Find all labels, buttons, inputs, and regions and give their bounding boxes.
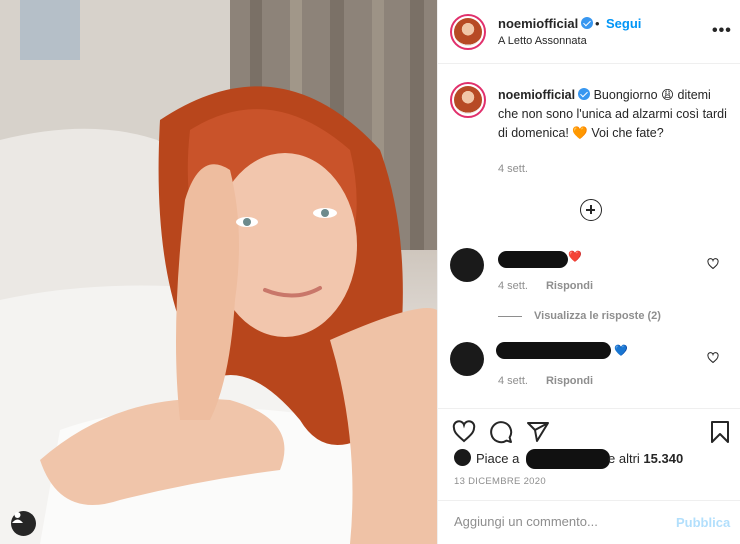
likes-prefix: Piace a (476, 451, 520, 466)
post-caption: noemiofficial Buongiorno 😩 ditemi che no… (498, 86, 728, 143)
comment-meta: 4 sett. Rispondi (498, 280, 593, 292)
liker-avatar (454, 449, 471, 466)
redacted-comment (498, 251, 568, 268)
verified-badge-icon (578, 88, 591, 100)
username-text[interactable]: noemiofficial (498, 16, 578, 31)
redacted-liker (526, 449, 610, 469)
save-icon[interactable] (708, 420, 732, 444)
caption-avatar[interactable] (450, 82, 486, 118)
post-actions (438, 408, 740, 452)
comment-bar: Pubblica (438, 500, 740, 544)
comment-input[interactable] (454, 514, 654, 529)
post-date[interactable]: 13 DICEMBRE 2020 (454, 476, 546, 487)
post-photo[interactable] (0, 0, 437, 544)
post-header: noemiofficial • Segui A Letto Assonnata … (438, 0, 740, 64)
comment-like-icon[interactable] (707, 258, 719, 270)
comment-icon[interactable] (489, 420, 513, 444)
username-link[interactable]: noemiofficial (498, 16, 594, 31)
comment-avatar[interactable] (450, 248, 484, 282)
view-replies-button[interactable]: Visualizza le risposte (2) (498, 310, 661, 322)
more-options-icon[interactable]: ••• (712, 22, 732, 40)
reply-button[interactable]: Rispondi (546, 280, 593, 292)
redacted-comment (496, 342, 611, 359)
caption-timestamp[interactable]: 4 sett. (498, 163, 528, 175)
comment-emoji: ❤️ (568, 251, 582, 263)
user-tag-icon[interactable] (11, 511, 36, 536)
likes-others-text: e altri (608, 451, 640, 466)
post-detail-panel: noemiofficial • Segui A Letto Assonnata … (437, 0, 740, 544)
likes-count: 15.340 (643, 451, 684, 466)
view-replies-label[interactable]: Visualizza le risposte (2) (534, 310, 661, 322)
comment-like-icon[interactable] (707, 352, 719, 364)
replies-line (498, 315, 522, 317)
verified-badge-icon (581, 17, 594, 29)
load-more-comments-icon[interactable] (580, 199, 602, 221)
location-link[interactable]: A Letto Assonnata (498, 35, 587, 47)
like-icon[interactable] (452, 420, 476, 444)
caption-username[interactable]: noemiofficial (498, 88, 575, 102)
comment-emoji: 💙 (614, 345, 628, 357)
share-icon[interactable] (526, 420, 550, 444)
likes-others[interactable]: e altri 15.340 (608, 451, 683, 466)
comment-avatar[interactable] (450, 342, 484, 376)
reply-button[interactable]: Rispondi (546, 375, 593, 387)
comment-meta: 4 sett. Rispondi (498, 375, 593, 387)
comment-time[interactable]: 4 sett. (498, 280, 528, 292)
publish-button[interactable]: Pubblica (676, 515, 730, 530)
avatar[interactable] (450, 14, 486, 50)
separator-dot: • (595, 16, 600, 31)
post-photo-illustration (0, 0, 437, 544)
comment-time[interactable]: 4 sett. (498, 375, 528, 387)
follow-button[interactable]: Segui (606, 16, 641, 31)
